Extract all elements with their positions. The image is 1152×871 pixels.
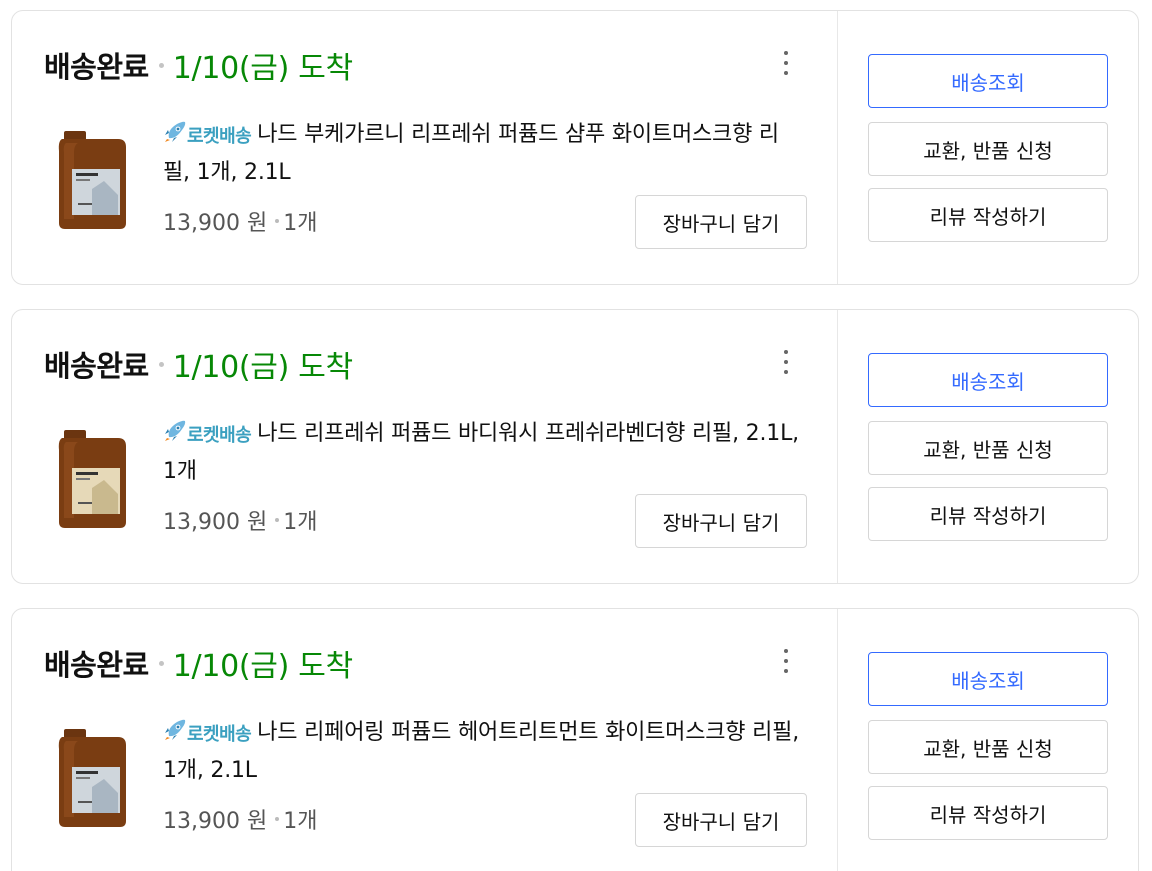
product-name[interactable]: 나드 리페어링 퍼퓸드 헤어트리트먼트 화이트머스크향 리필, 1개, 2.1L (163, 720, 799, 783)
track-delivery-button[interactable]: 배송조회 (868, 652, 1108, 706)
order-actions: 배송조회 교환, 반품 신청 리뷰 작성하기 (838, 310, 1138, 583)
separator-dot (275, 219, 280, 223)
price: 13,900 원 (163, 510, 268, 535)
exchange-return-button[interactable]: 교환, 반품 신청 (868, 720, 1108, 774)
more-vertical-icon[interactable] (776, 348, 796, 376)
add-to-cart-button[interactable]: 장바구니 담기 (635, 793, 807, 847)
separator-dot (275, 817, 280, 821)
delivery-status: 배송완료 (44, 50, 149, 84)
rocket-icon (163, 418, 187, 454)
product-title[interactable]: 로켓배송 나드 리프레쉬 퍼퓸드 바디워시 프레쉬라벤더향 리필, 2.1L, … (163, 416, 803, 490)
add-to-cart-button[interactable]: 장바구니 담기 (635, 195, 807, 249)
separator-dot (158, 660, 164, 666)
order-card: 배송완료 1/10(금) 도착 (11, 10, 1139, 285)
rocket-icon (163, 119, 187, 155)
product-image[interactable] (52, 428, 132, 532)
rocket-badge: 로켓배송 (163, 119, 252, 155)
product-title[interactable]: 로켓배송 나드 부케가르니 리프레쉬 퍼퓸드 샴푸 화이트머스크향 리필, 1개… (163, 117, 803, 191)
more-vertical-icon[interactable] (776, 49, 796, 77)
rocket-icon (163, 717, 187, 753)
write-review-button[interactable]: 리뷰 작성하기 (868, 786, 1108, 840)
order-card: 배송완료 1/10(금) 도착 (11, 309, 1139, 584)
arrival-date: 1/10(금) 도착 (172, 649, 353, 684)
separator-dot (158, 361, 164, 367)
quantity: 1개 (283, 510, 318, 535)
order-details: 배송완료 1/10(금) 도착 (12, 11, 838, 284)
product-image[interactable] (52, 129, 132, 233)
product-image[interactable] (52, 727, 132, 831)
rocket-delivery-label: 로켓배송 (187, 724, 252, 745)
price: 13,900 원 (163, 211, 268, 236)
price-line: 13,900 원 1개 (163, 801, 317, 837)
exchange-return-button[interactable]: 교환, 반품 신청 (868, 421, 1108, 475)
quantity: 1개 (283, 211, 318, 236)
order-details: 배송완료 1/10(금) 도착 (12, 609, 838, 871)
order-actions: 배송조회 교환, 반품 신청 리뷰 작성하기 (838, 609, 1138, 871)
product-name[interactable]: 나드 리프레쉬 퍼퓸드 바디워시 프레쉬라벤더향 리필, 2.1L, 1개 (163, 421, 799, 484)
order-details: 배송완료 1/10(금) 도착 (12, 310, 838, 583)
price: 13,900 원 (163, 809, 268, 834)
write-review-button[interactable]: 리뷰 작성하기 (868, 487, 1108, 541)
rocket-delivery-label: 로켓배송 (187, 126, 252, 147)
rocket-badge: 로켓배송 (163, 418, 252, 454)
price-line: 13,900 원 1개 (163, 203, 317, 239)
exchange-return-button[interactable]: 교환, 반품 신청 (868, 122, 1108, 176)
more-vertical-icon[interactable] (776, 647, 796, 675)
status-line: 배송완료 1/10(금) 도착 (44, 643, 353, 684)
arrival-date: 1/10(금) 도착 (172, 350, 353, 385)
product-title[interactable]: 로켓배송 나드 리페어링 퍼퓸드 헤어트리트먼트 화이트머스크향 리필, 1개,… (163, 715, 803, 789)
add-to-cart-button[interactable]: 장바구니 담기 (635, 494, 807, 548)
order-list: 배송완료 1/10(금) 도착 로켓배송 나드 부케가르니 리프레쉬 퍼퓸드 샴… (0, 0, 1152, 871)
arrival-date: 1/10(금) 도착 (172, 51, 353, 86)
track-delivery-button[interactable]: 배송조회 (868, 353, 1108, 407)
separator-dot (158, 62, 164, 68)
delivery-status: 배송완료 (44, 648, 149, 682)
order-card: 배송완료 1/10(금) 도착 (11, 608, 1139, 871)
rocket-badge: 로켓배송 (163, 717, 252, 753)
price-line: 13,900 원 1개 (163, 502, 317, 538)
status-line: 배송완료 1/10(금) 도착 (44, 344, 353, 385)
order-actions: 배송조회 교환, 반품 신청 리뷰 작성하기 (838, 11, 1138, 284)
separator-dot (275, 518, 280, 522)
quantity: 1개 (283, 809, 318, 834)
rocket-delivery-label: 로켓배송 (187, 425, 252, 446)
delivery-status: 배송완료 (44, 349, 149, 383)
track-delivery-button[interactable]: 배송조회 (868, 54, 1108, 108)
product-name[interactable]: 나드 부케가르니 리프레쉬 퍼퓸드 샴푸 화이트머스크향 리필, 1개, 2.1… (163, 122, 779, 185)
write-review-button[interactable]: 리뷰 작성하기 (868, 188, 1108, 242)
status-line: 배송완료 1/10(금) 도착 (44, 45, 353, 86)
